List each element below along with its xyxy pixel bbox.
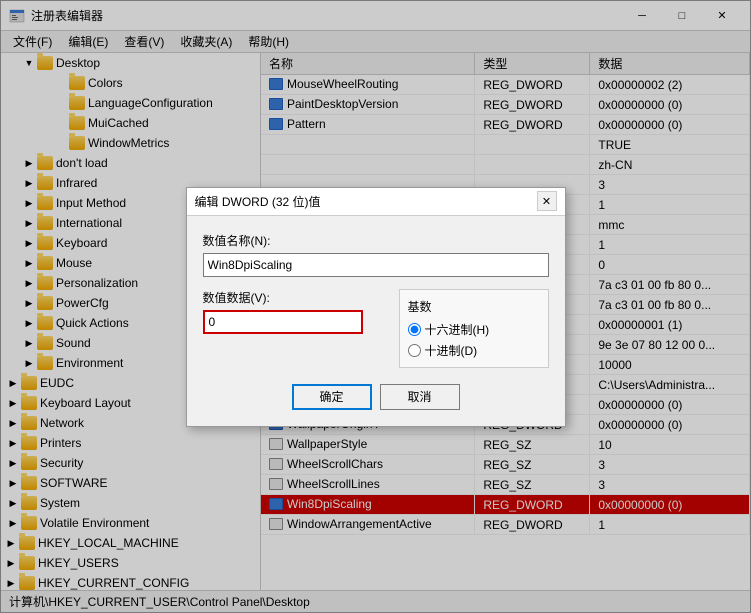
dialog-buttons: 确定 取消: [203, 384, 549, 410]
value-input[interactable]: [203, 310, 363, 334]
confirm-button[interactable]: 确定: [292, 384, 372, 410]
name-input[interactable]: [203, 253, 549, 277]
dialog-close-button[interactable]: ✕: [537, 191, 557, 211]
base-title: 基数: [408, 298, 540, 315]
radio-hex-label[interactable]: 十六进制(H): [408, 321, 540, 338]
name-field-group: 数值名称(N):: [203, 232, 549, 277]
radio-dec[interactable]: [408, 344, 421, 357]
dialog-body: 数值名称(N): 数值数据(V): 基数 十六进制(H): [187, 216, 565, 426]
radio-dec-label[interactable]: 十进制(D): [408, 342, 540, 359]
dialog-title: 编辑 DWORD (32 位)值: [195, 193, 321, 210]
name-label: 数值名称(N):: [203, 232, 549, 249]
radio-hex-text: 十六进制(H): [425, 321, 490, 338]
value-left: 数值数据(V):: [203, 289, 383, 334]
value-row: 数值数据(V): 基数 十六进制(H) 十进制(D): [203, 289, 549, 368]
modal-overlay: 编辑 DWORD (32 位)值 ✕ 数值名称(N): 数值数据(V): 基数: [0, 0, 751, 613]
cancel-button[interactable]: 取消: [380, 384, 460, 410]
edit-dword-dialog: 编辑 DWORD (32 位)值 ✕ 数值名称(N): 数值数据(V): 基数: [186, 187, 566, 427]
radio-hex[interactable]: [408, 323, 421, 336]
radio-dec-text: 十进制(D): [425, 342, 478, 359]
base-radio-group: 十六进制(H) 十进制(D): [408, 321, 540, 359]
value-label: 数值数据(V):: [203, 289, 383, 306]
base-group: 基数 十六进制(H) 十进制(D): [399, 289, 549, 368]
dialog-titlebar: 编辑 DWORD (32 位)值 ✕: [187, 188, 565, 216]
